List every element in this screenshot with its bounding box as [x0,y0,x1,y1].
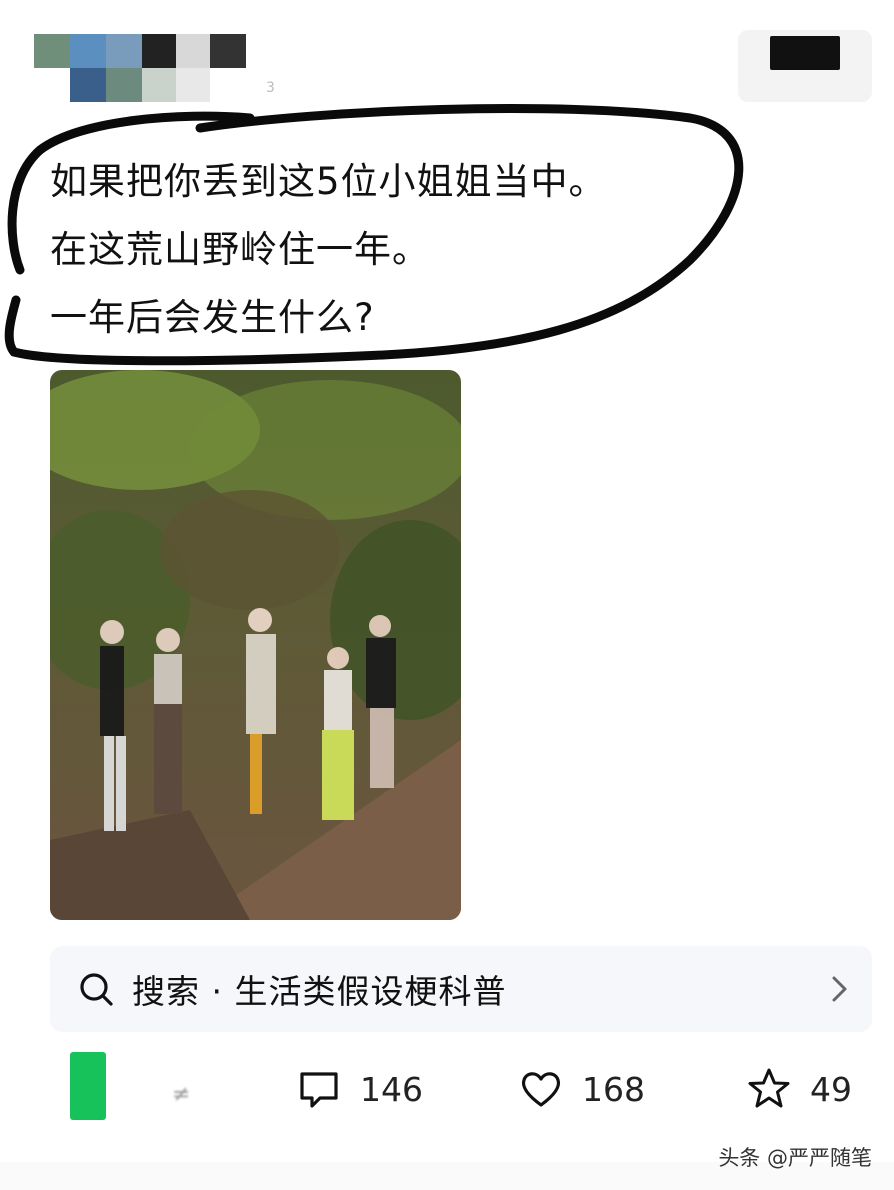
favorite-button[interactable]: 49 [746,1066,852,1112]
mosaic-block [176,34,210,68]
post-photo[interactable] [50,370,461,920]
mosaic-block [142,68,176,102]
chevron-right-icon [832,976,847,1002]
caption-line: 在这荒山野岭住一年。 [50,228,430,271]
post-time: 3 [266,80,275,96]
like-count: 168 [582,1069,645,1109]
mosaic-block [176,68,210,102]
search-suggestion-text: 搜索 · 生活类假设梗科普 [132,972,507,1011]
follow-button-redacted[interactable] [770,36,840,70]
mosaic-block [70,34,106,68]
comment-icon [300,1072,338,1108]
like-button[interactable]: 168 [518,1066,645,1112]
comment-count: 146 [360,1069,423,1109]
mosaic-block [106,68,142,102]
mosaic-block [210,34,246,68]
caption-line: 如果把你丢到这5位小姐姐当中。 [50,160,607,203]
search-suggestion-bar[interactable]: 搜索 · 生活类假设梗科普 [50,946,872,1032]
action-bar: ≠ 146 168 49 [0,1048,894,1138]
mosaic-block [70,68,106,102]
author-avatar-redacted[interactable] [70,1052,106,1120]
author-name-redacted[interactable]: ≠ [172,1082,190,1107]
mosaic-block [106,34,142,68]
mosaic-block [34,34,70,68]
caption-line: 一年后会发生什么? [50,296,375,339]
heart-icon [521,1072,561,1107]
comment-button[interactable]: 146 [296,1066,423,1112]
favorite-count: 49 [810,1069,852,1109]
author-avatar-pixelated[interactable] [34,34,246,102]
watermark: 头条 @严严随笔 [718,1146,872,1170]
mosaic-block [142,34,176,68]
search-icon [80,973,113,1006]
star-icon [748,1068,790,1108]
post-caption: 如果把你丢到这5位小姐姐当中。 在这荒山野岭住一年。 一年后会发生什么? [50,148,750,352]
